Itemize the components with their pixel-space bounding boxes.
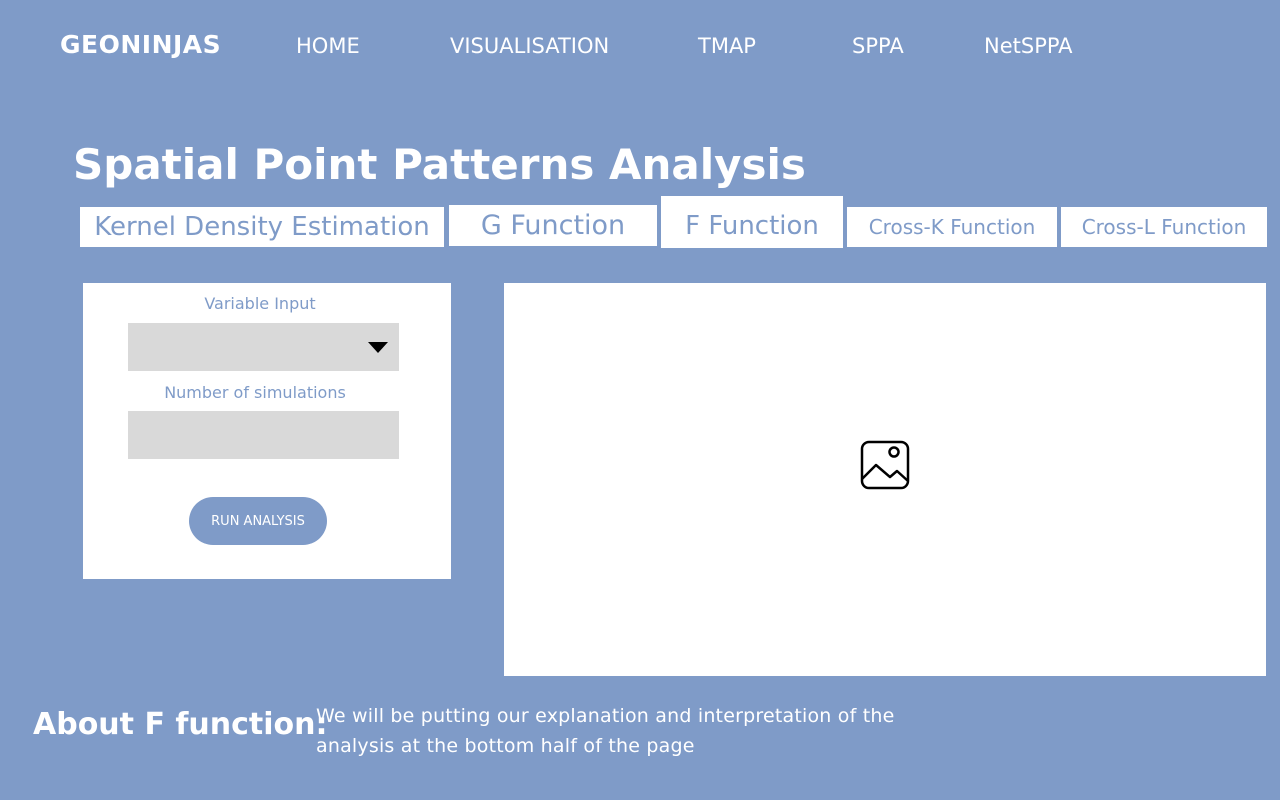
- nav-link-tmap[interactable]: TMAP: [698, 34, 756, 58]
- nav-link-netsppa[interactable]: NetSPPA: [984, 34, 1073, 58]
- about-text: We will be putting our explanation and i…: [316, 705, 895, 757]
- output-area: [504, 283, 1266, 676]
- variable-select[interactable]: [128, 323, 399, 371]
- variable-input-label: Variable Input: [204, 294, 316, 313]
- simulations-label: Number of simulations: [164, 383, 346, 402]
- nav-link-sppa[interactable]: SPPA: [852, 34, 904, 58]
- about-heading: About F function:: [33, 707, 328, 742]
- nav-link-visualisation[interactable]: VISUALISATION: [450, 34, 609, 58]
- nav-brand[interactable]: GEONINJAS: [60, 30, 221, 59]
- tab-g-function[interactable]: G Function: [449, 205, 657, 246]
- tab-cross-l-function[interactable]: Cross-L Function: [1061, 207, 1267, 247]
- tab-f-function[interactable]: F Function: [661, 196, 843, 248]
- nav-link-home[interactable]: HOME: [296, 34, 360, 58]
- chevron-down-icon: [368, 342, 388, 353]
- page-title: Spatial Point Patterns Analysis: [73, 140, 806, 189]
- control-panel: Variable Input Number of simulations RUN…: [83, 283, 451, 579]
- simulations-input[interactable]: [128, 411, 399, 459]
- tab-kernel-density-estimation[interactable]: Kernel Density Estimation: [80, 207, 444, 247]
- run-analysis-button[interactable]: RUN ANALYSIS: [189, 497, 327, 545]
- tab-cross-k-function[interactable]: Cross-K Function: [847, 207, 1057, 247]
- image-icon: [860, 440, 910, 490]
